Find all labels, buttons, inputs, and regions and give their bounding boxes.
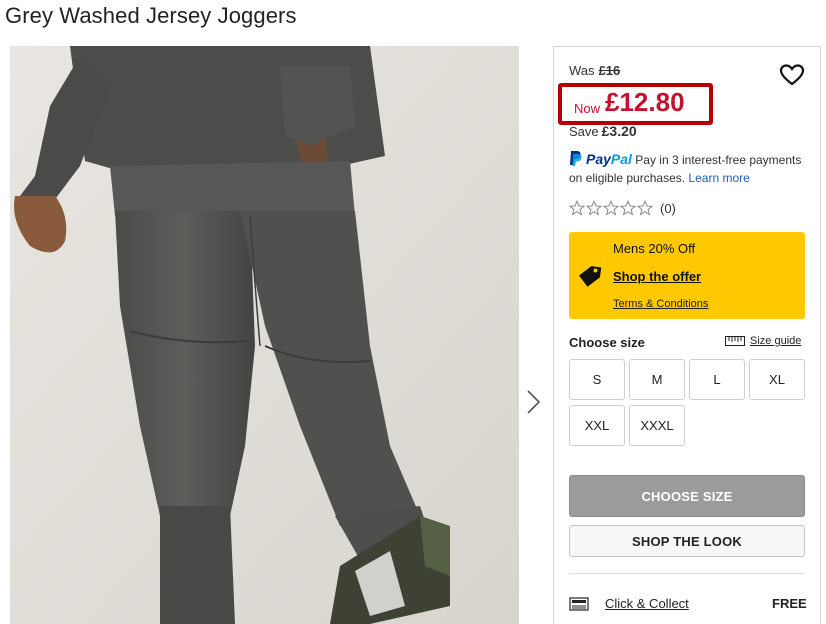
star-outline-icon [637,200,653,216]
was-label: Was [569,63,595,78]
paypal-brand-pay: Pay [586,151,611,167]
size-guide-label: Size guide [750,335,802,347]
size-option-s[interactable]: S [569,359,625,400]
now-price: £12.80 [605,87,685,117]
star-outline-icon [620,200,636,216]
now-label: Now [574,101,601,116]
click-collect-link[interactable]: Click & Collect [605,596,689,611]
size-guide-link[interactable]: Size guide [725,335,801,347]
size-option-m[interactable]: M [629,359,685,400]
star-outline-icon [603,200,619,216]
size-option-l[interactable]: L [689,359,745,400]
star-outline-icon [586,200,602,216]
divider [569,573,805,574]
product-image[interactable] [10,46,519,624]
star-outline-icon [569,200,585,216]
shop-offer-link[interactable]: Shop the offer [613,269,701,284]
tag-icon [578,266,602,287]
joggers-photo-illustration [10,46,519,624]
product-title: Grey Washed Jersey Joggers [5,3,297,28]
rating-stars[interactable]: (0) [569,200,676,216]
size-option-xxxl[interactable]: XXXL [629,405,685,446]
save-value: £3.20 [601,123,637,139]
terms-link[interactable]: Terms & Conditions [613,298,708,310]
paypal-brand: PayPal [586,151,632,167]
offer-title: Mens 20% Off [613,241,696,256]
chevron-right-icon[interactable] [524,389,542,415]
now-price-highlight: Now £12.80 [558,83,713,125]
size-option-xl[interactable]: XL [749,359,805,400]
purchase-panel: Was £16 Now £12.80 Save £3.20 PayPal Pay i… [553,46,821,624]
size-option-xxl[interactable]: XXL [569,405,625,446]
shop-the-look-button[interactable]: SHOP THE LOOK [569,525,805,557]
paypal-brand-pal: Pal [610,151,632,167]
offer-banner: Mens 20% Off Shop the offer Terms & Cond… [569,232,805,319]
rating-count: (0) [660,200,676,216]
was-price: Was £16 [569,63,620,78]
store-icon [569,597,589,611]
choose-size-label: Choose size [569,335,645,350]
click-collect-price: FREE [772,596,807,611]
learn-more-link[interactable]: Learn more [688,171,749,185]
choose-size-button[interactable]: CHOOSE SIZE [569,475,805,517]
ruler-icon [725,336,745,346]
save-label: Save [569,124,599,139]
save-amount: Save £3.20 [569,123,637,139]
was-value: £16 [598,63,621,78]
paypal-message: PayPal Pay in 3 interest-free payments o… [569,150,814,187]
paypal-logo-icon [570,151,582,166]
heart-icon[interactable] [779,63,805,87]
